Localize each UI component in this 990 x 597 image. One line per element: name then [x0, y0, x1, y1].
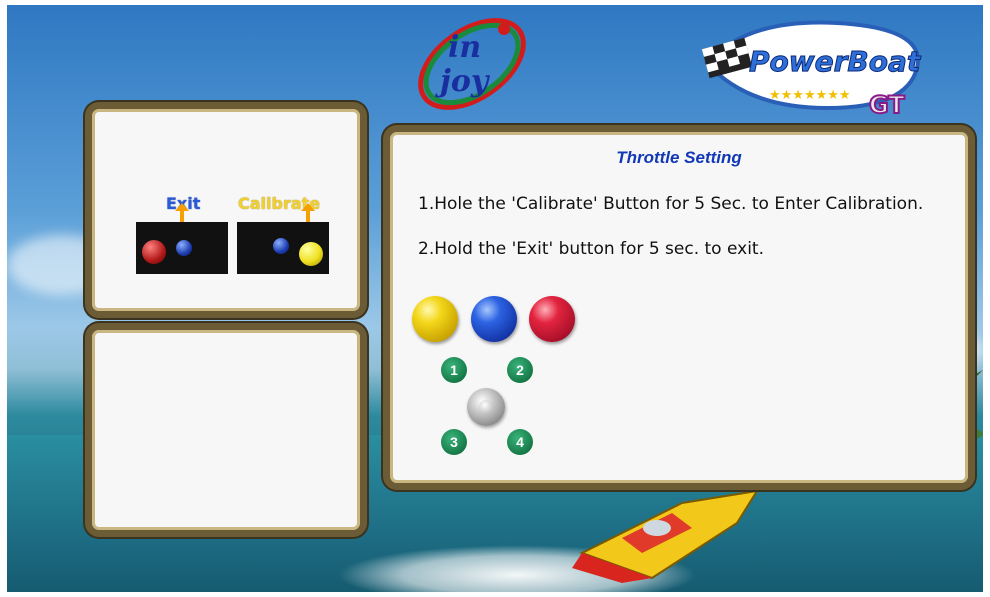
calibrate-button-preview [237, 222, 329, 274]
position-badge-2: 2 [507, 357, 533, 383]
blue-button-icon [176, 240, 192, 256]
powerboat-gt-logo: PowerBoat GT ★★★★★★★ [701, 20, 922, 120]
blank-panel [85, 323, 367, 537]
svg-text:in: in [448, 30, 481, 65]
svg-text:★★★★★★★: ★★★★★★★ [769, 87, 851, 102]
position-badge-3: 3 [441, 429, 467, 455]
speedboat-icon [572, 489, 760, 583]
arrow-up-icon [301, 203, 315, 223]
instruction-exit: 2.Hold the 'Exit' button for 5 sec. to e… [418, 239, 764, 259]
svg-text:PowerBoat: PowerBoat [749, 45, 922, 78]
joystick-icon [467, 388, 505, 426]
blue-button-icon [273, 238, 289, 254]
throttle-setting-panel: Throttle Setting 1.Hole the 'Calibrate' … [383, 125, 975, 490]
yellow-button-icon [299, 242, 323, 266]
svg-text:GT: GT [869, 91, 905, 119]
exit-button-preview [136, 222, 228, 274]
red-button-icon [529, 296, 575, 342]
panel-title: Throttle Setting [616, 148, 742, 167]
svg-text:joy: joy [435, 64, 491, 99]
position-badge-1: 1 [441, 357, 467, 383]
red-button-icon [142, 240, 166, 264]
blue-button-icon [471, 296, 517, 342]
position-badge-4: 4 [507, 429, 533, 455]
arrow-up-icon [175, 203, 189, 223]
hint-panel: Exit Calibrate [85, 102, 367, 318]
injoy-logo: in joy [418, 18, 526, 110]
yellow-button-icon [412, 296, 458, 342]
instruction-calibrate: 1.Hole the 'Calibrate' Button for 5 Sec.… [418, 194, 924, 214]
game-screen: in joy PowerBoat GT ★★★★★★★ Exit Calibra… [7, 5, 983, 592]
